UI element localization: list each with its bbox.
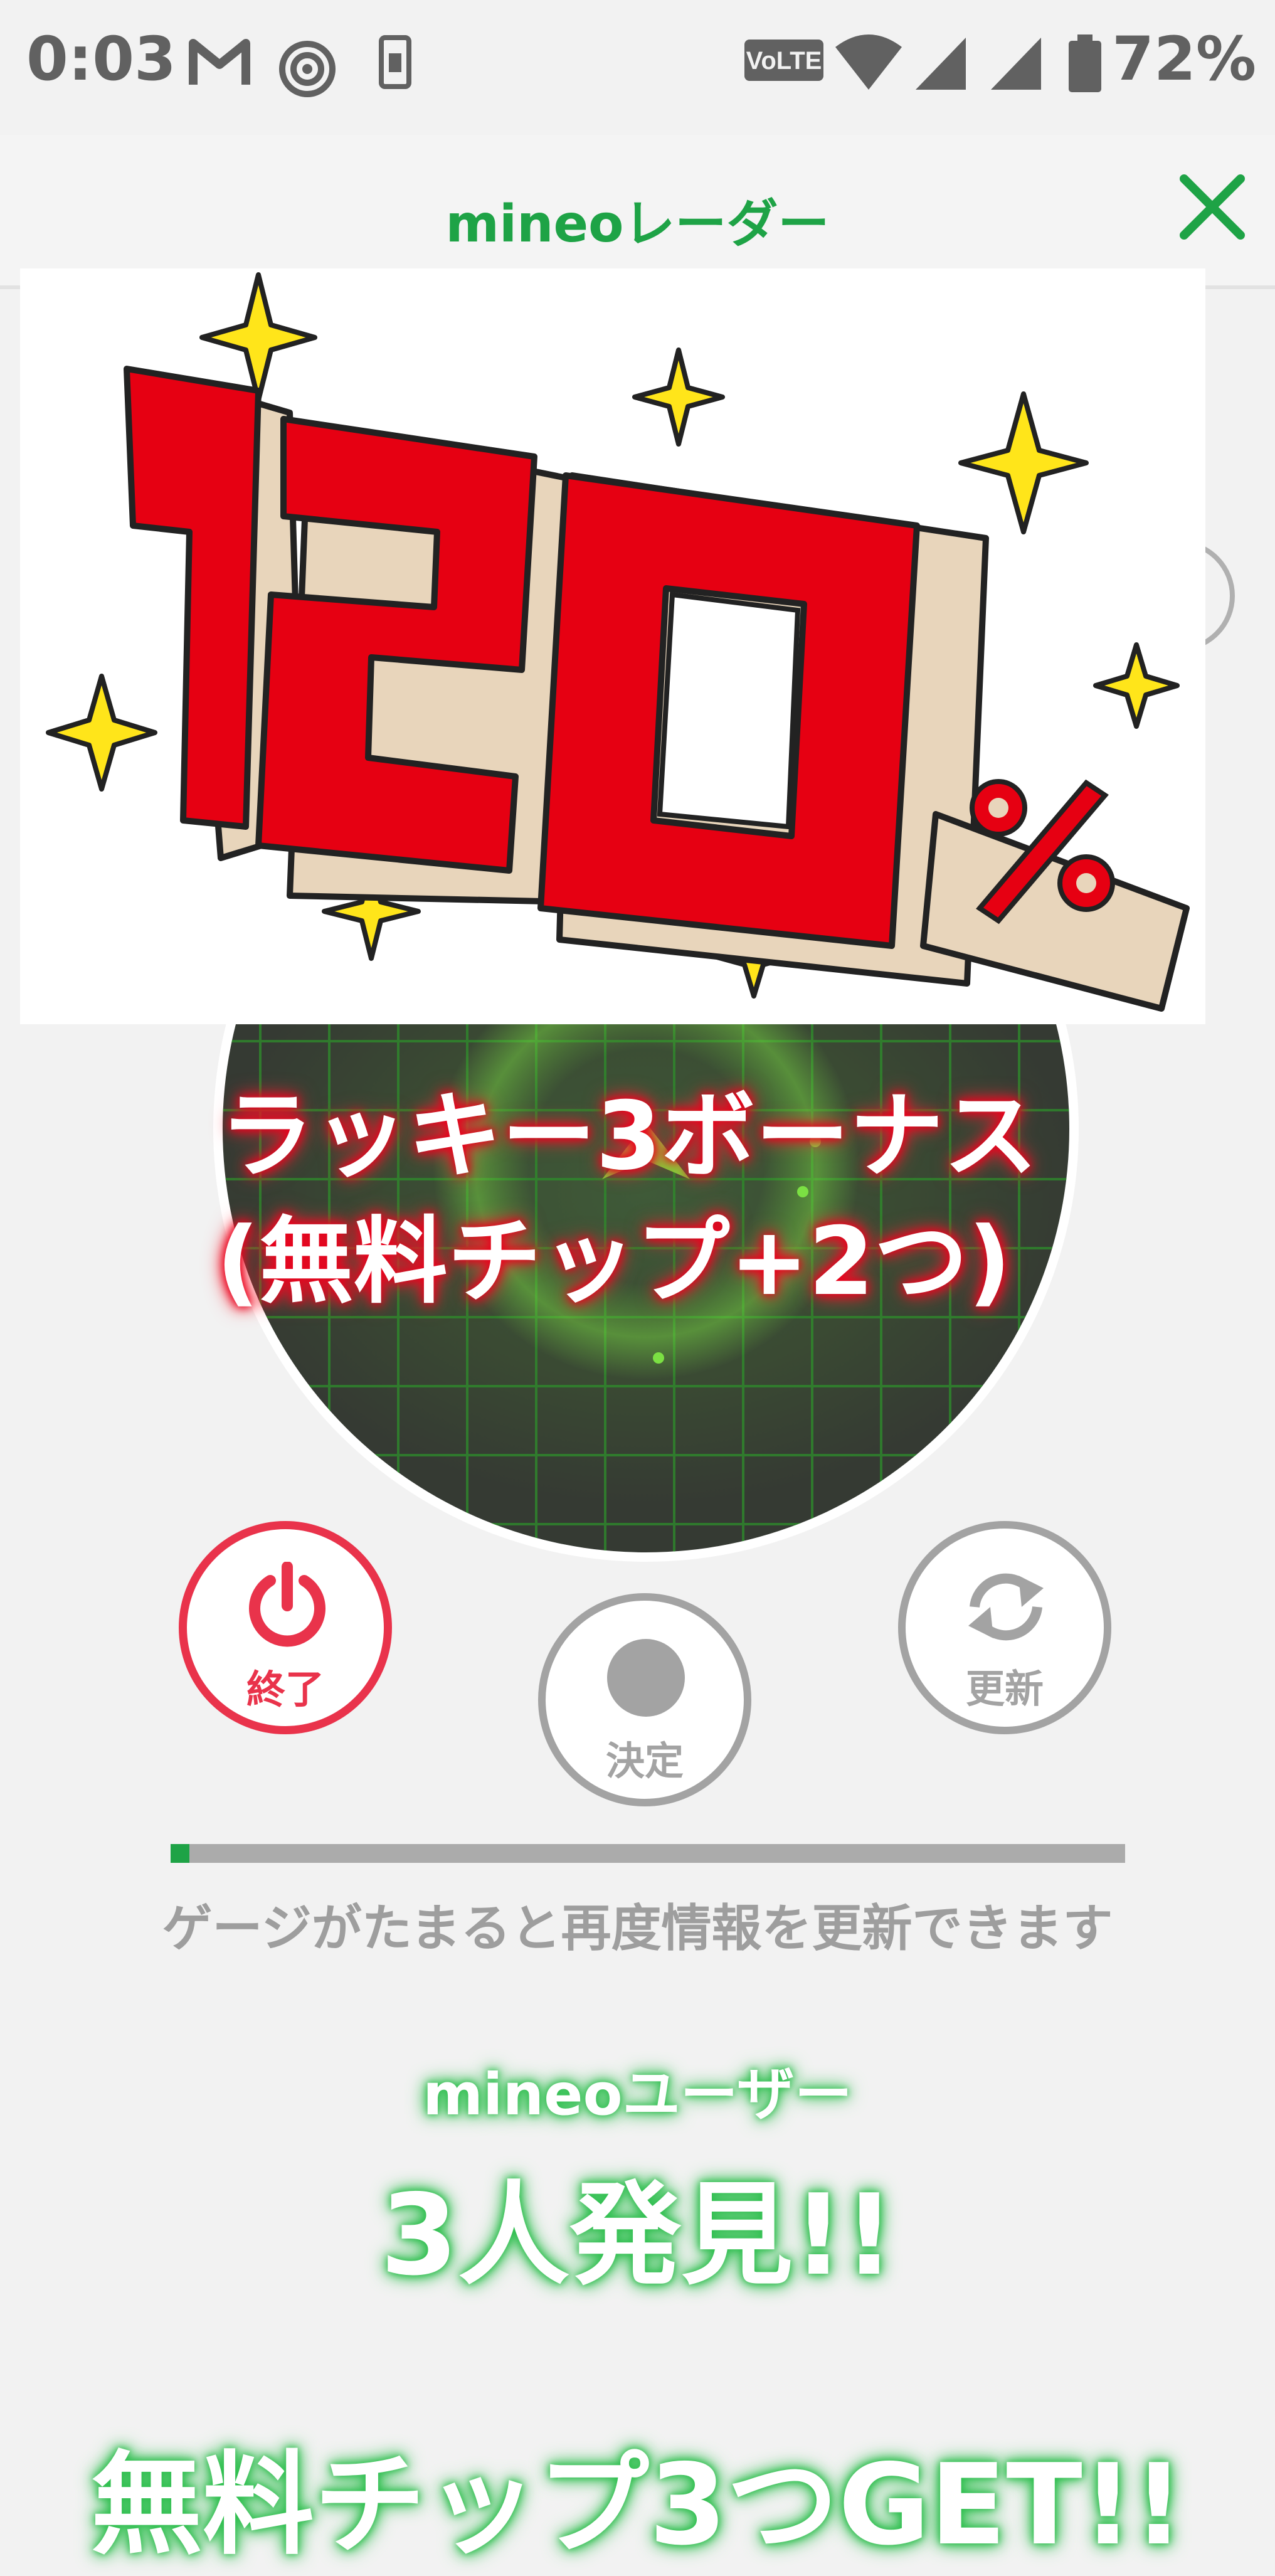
sparkle-icon <box>632 347 725 447</box>
dot-icon <box>607 1639 685 1717</box>
bonus-title: ラッキー3ボーナス <box>220 1082 1038 1191</box>
gmail-icon <box>189 39 250 85</box>
refresh-gauge <box>171 1844 1125 1863</box>
users-label: mineoユーザー <box>423 2061 852 2128</box>
sparkle-icon <box>958 391 1089 534</box>
users-found-count: 3人発見!! <box>380 2170 895 2300</box>
chips-reward-text: 無料チップ3つGET!! <box>90 2440 1185 2570</box>
decide-button[interactable]: 決定 <box>538 1593 751 1806</box>
sparkle-icon <box>46 674 157 792</box>
bonus-detail: (無料チップ+2つ) <box>216 1207 1012 1317</box>
signal-icon <box>991 38 1041 90</box>
percentage-graphic <box>46 272 1190 1012</box>
digit-1 <box>124 366 262 830</box>
refresh-button[interactable]: 更新 <box>898 1521 1111 1734</box>
decide-button-label: 決定 <box>605 1738 684 1784</box>
battery-percentage: 72% <box>1112 24 1256 94</box>
end-button-label: 終了 <box>246 1667 324 1712</box>
battery-icon <box>1069 34 1101 92</box>
refresh-button-label: 更新 <box>965 1666 1044 1712</box>
phone-icon <box>379 35 411 89</box>
volte-icon: VoLTE <box>744 40 823 81</box>
sparkle-icon <box>1093 642 1180 729</box>
radar-user-dot <box>653 1352 664 1364</box>
close-icon <box>1180 174 1245 240</box>
end-button[interactable]: 終了 <box>179 1521 392 1734</box>
gauge-fill <box>171 1844 190 1863</box>
page-title: mineoレーダー <box>445 194 830 254</box>
signal-icon <box>916 38 966 90</box>
wifi-icon <box>835 34 902 90</box>
digit-2 <box>255 416 537 874</box>
status-time: 0:03 <box>26 24 176 94</box>
power-icon <box>249 1562 325 1647</box>
app-header: mineoレーダー <box>0 135 1275 289</box>
gauge-caption: ゲージがたまると再度情報を更新できます <box>162 1899 1113 1958</box>
svg-text:VoLTE: VoLTE <box>746 47 822 75</box>
hotspot-icon <box>279 41 336 97</box>
bonus-banner-image <box>20 268 1205 1024</box>
close-button[interactable] <box>1175 169 1250 245</box>
refresh-icon <box>968 1573 1044 1641</box>
status-bar: 0:03 VoLTE 72% <box>0 0 1275 132</box>
